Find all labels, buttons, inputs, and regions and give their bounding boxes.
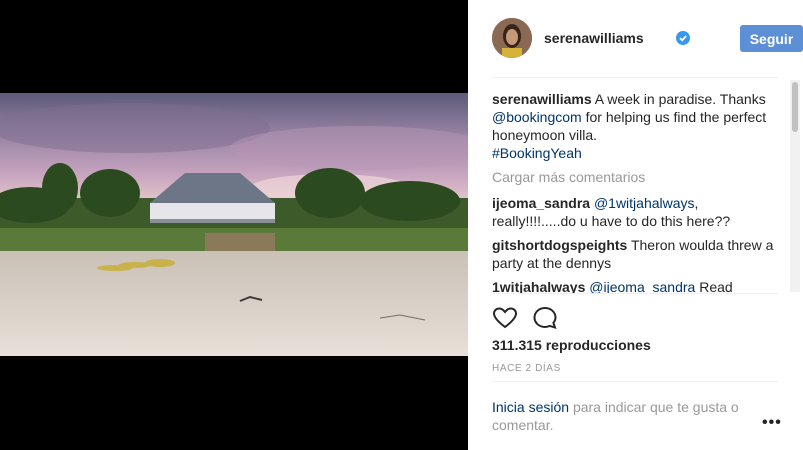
login-prompt: Inicia sesión para indicar que te gusta … bbox=[492, 398, 762, 434]
comment: gitshortdogspeights Theron woulda threw … bbox=[492, 236, 782, 272]
comment: ijeoma_sandra @1witjahalways, really!!!!… bbox=[492, 194, 782, 230]
comment-username[interactable]: ijeoma_sandra bbox=[492, 195, 590, 211]
more-options-icon[interactable]: ••• bbox=[762, 414, 782, 432]
caption-text: A week in paradise. Thanks bbox=[594, 91, 766, 107]
caption-mention[interactable]: @bookingcom bbox=[492, 109, 582, 125]
comment-username[interactable]: gitshortdogspeights bbox=[492, 237, 627, 253]
avatar[interactable] bbox=[492, 18, 532, 58]
login-link[interactable]: Inicia sesión bbox=[492, 399, 569, 415]
heart-icon[interactable] bbox=[492, 305, 518, 331]
verified-badge-icon bbox=[676, 31, 690, 45]
avatar-image bbox=[492, 18, 532, 58]
comment-mention[interactable]: @1witjahalways bbox=[594, 195, 695, 211]
comment-text: Read bbox=[699, 279, 733, 293]
comment-mention[interactable]: @ijeoma_sandra bbox=[589, 279, 695, 293]
comment: 1witjahalways @ijeoma_sandra Read bbox=[492, 278, 782, 293]
divider bbox=[492, 381, 779, 382]
post-timestamp[interactable]: HACE 2 DÍAS bbox=[492, 363, 561, 374]
post-header: serenawilliams Seguir bbox=[492, 18, 803, 60]
post-panel: serenawilliams Seguir serenawilliams A w… bbox=[468, 0, 803, 450]
caption: serenawilliams A week in paradise. Thank… bbox=[492, 90, 782, 162]
follow-button[interactable]: Seguir bbox=[740, 25, 803, 52]
caption-hashtag[interactable]: #BookingYeah bbox=[492, 145, 582, 161]
scrollbar-thumb[interactable] bbox=[792, 82, 798, 132]
video-player[interactable] bbox=[0, 93, 468, 356]
username[interactable]: serenawilliams bbox=[544, 30, 644, 46]
comments-list: serenawilliams A week in paradise. Thank… bbox=[492, 90, 782, 293]
comment-username[interactable]: 1witjahalways bbox=[492, 279, 585, 293]
view-count[interactable]: 311.315 reproducciones bbox=[492, 337, 651, 353]
caption-username[interactable]: serenawilliams bbox=[492, 91, 592, 107]
video-frame bbox=[0, 93, 468, 356]
divider bbox=[492, 293, 779, 294]
comment-bubble-icon[interactable] bbox=[532, 305, 558, 331]
media-area bbox=[0, 0, 468, 450]
divider bbox=[492, 77, 779, 78]
load-more-comments[interactable]: Cargar más comentarios bbox=[492, 168, 782, 186]
